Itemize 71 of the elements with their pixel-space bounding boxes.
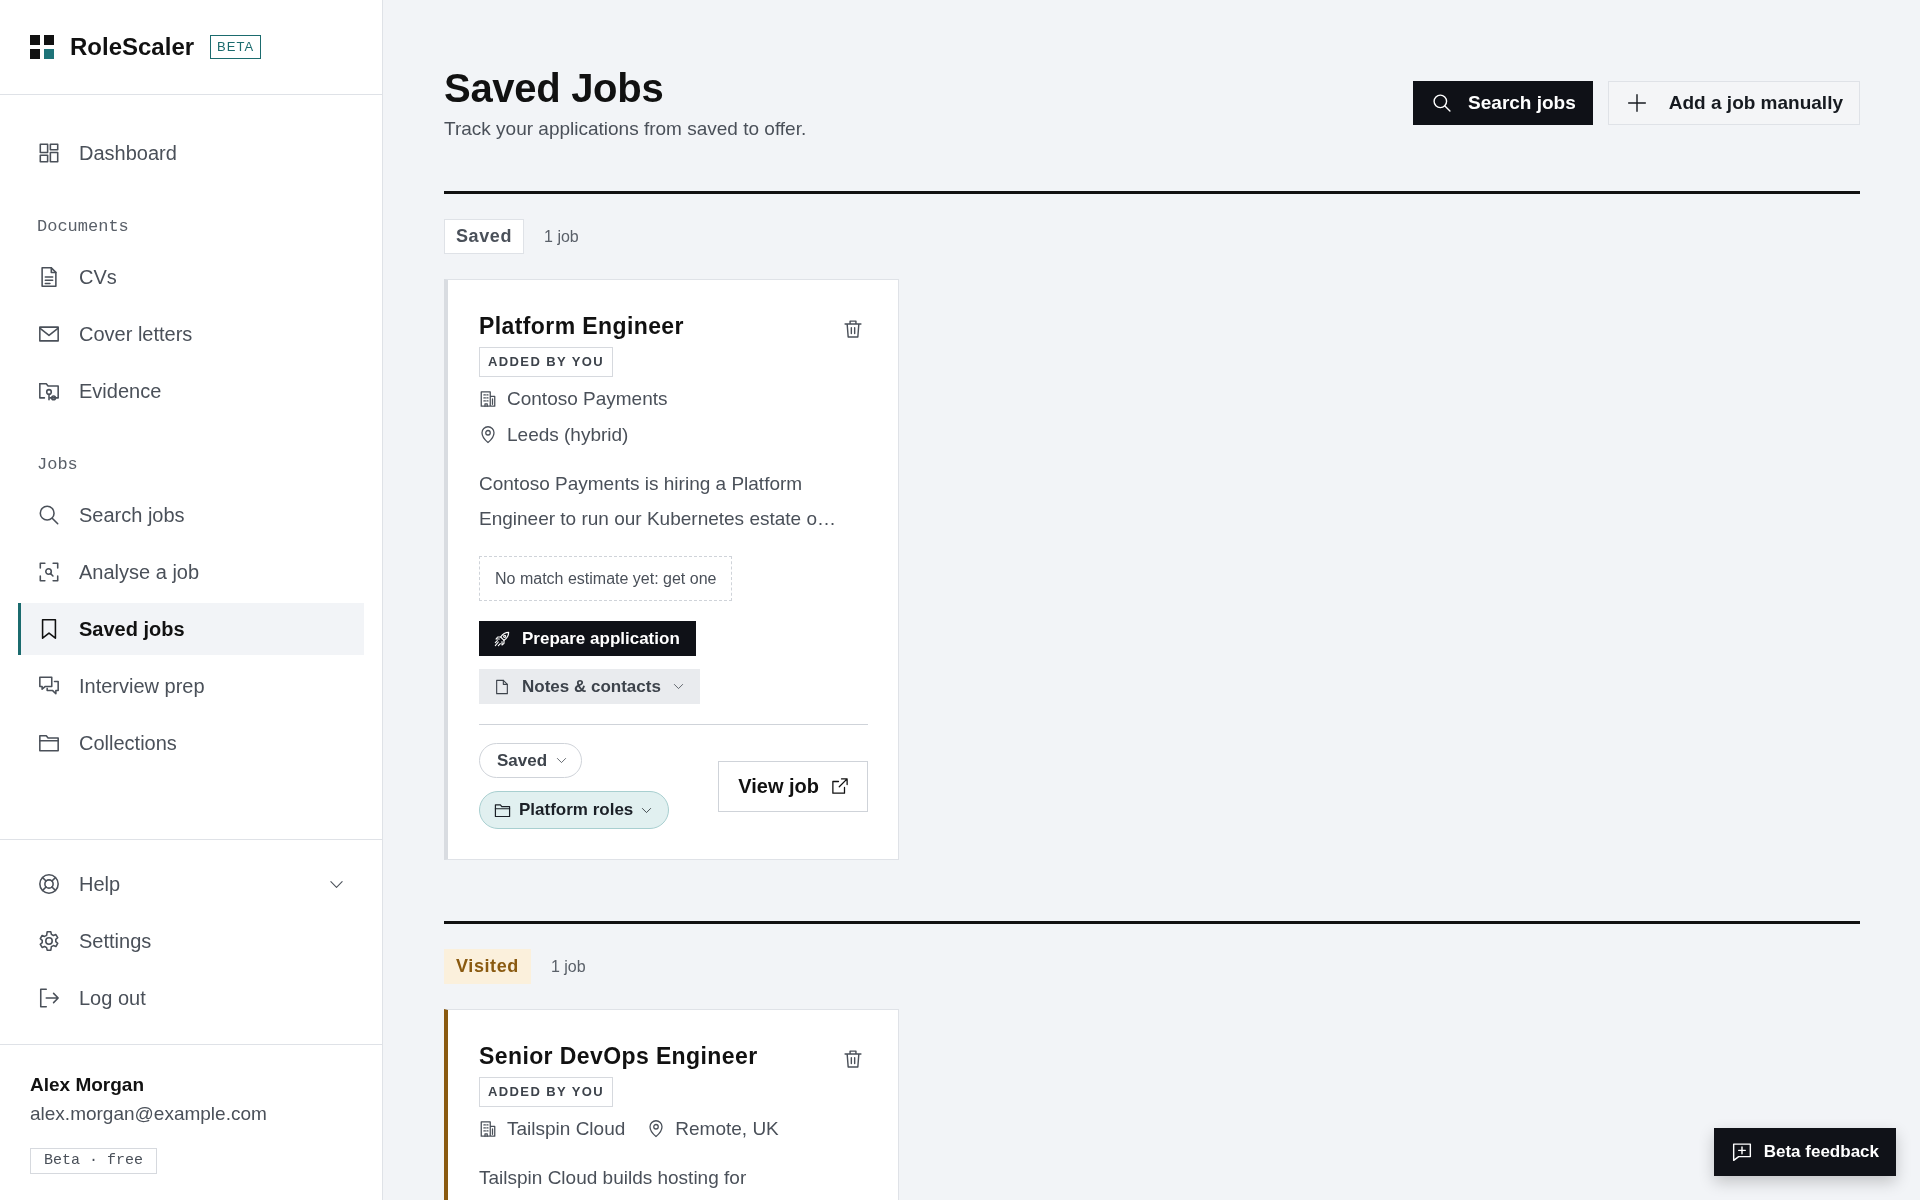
add-job-button[interactable]: Add a job manually — [1607, 80, 1860, 125]
prepare-application-button[interactable]: Prepare application — [479, 621, 696, 656]
job-description: Contoso Payments is hiring a Platform Engineer to run our Kubernetes estate o… — [479, 472, 837, 531]
scan-icon — [38, 561, 60, 583]
sidebar-item[interactable]: Search jobs — [18, 489, 364, 541]
job-count: 1 job — [544, 227, 579, 246]
feedback-button[interactable]: Beta feedback — [1713, 1128, 1896, 1176]
company-name: Contoso Payments — [507, 388, 668, 410]
notes-toggle[interactable]: Notes & contacts — [479, 669, 700, 704]
document-icon — [38, 266, 60, 288]
brand-name: RoleScaler — [70, 33, 195, 61]
sidebar-item[interactable]: Dashboard — [18, 127, 364, 179]
settings-icon — [38, 930, 60, 952]
status-dropdown[interactable]: Saved — [479, 743, 583, 778]
chat-plus-icon — [1731, 1142, 1752, 1162]
external-link-icon — [831, 777, 849, 795]
nav-section-heading: Jobs — [36, 454, 79, 476]
file-icon — [494, 678, 510, 695]
stage-label: Saved — [444, 219, 525, 254]
page-title: Saved Jobs — [444, 65, 665, 112]
sidebar-item[interactable]: Analyse a job — [18, 546, 364, 598]
user-email: alex.morgan@example.com — [30, 1102, 267, 1126]
beta-badge: BETA — [210, 35, 262, 59]
sidebar-item[interactable]: Saved jobs — [18, 603, 364, 655]
plan-badge: Beta · free — [30, 1148, 158, 1174]
job-location: Remote, UK — [675, 1118, 779, 1140]
location-pin-icon — [647, 1120, 666, 1138]
trash-icon — [843, 318, 863, 340]
job-count: 1 job — [550, 957, 586, 976]
nav-section-heading: Documents — [36, 216, 130, 238]
source-badge: ADDED BY YOU — [479, 1077, 613, 1107]
envelope-icon — [38, 323, 60, 345]
stage-label: Visited — [444, 949, 531, 984]
match-estimate-button[interactable]: No match estimate yet: get one — [479, 556, 733, 601]
page-subtitle: Track your applications from saved to offer. — [444, 117, 807, 141]
sidebar-item[interactable]: Evidence — [18, 365, 364, 417]
sidebar-item[interactable]: Settings — [18, 915, 364, 967]
rocket-icon — [494, 630, 510, 647]
folder-person-icon — [38, 380, 60, 402]
trash-icon — [843, 1048, 863, 1070]
plus-icon — [1626, 92, 1647, 113]
lifebuoy-icon — [38, 873, 60, 895]
company-name: Tailspin Cloud — [507, 1118, 626, 1140]
job-description: Tailspin Cloud builds hosting for — [479, 1166, 748, 1190]
source-badge: ADDED BY YOU — [479, 347, 613, 377]
folder-icon — [38, 732, 60, 754]
sidebar-item[interactable]: Interview prep — [18, 660, 364, 712]
sidebar-item[interactable]: Log out — [18, 972, 364, 1024]
search-icon — [1432, 92, 1453, 113]
search-icon — [38, 504, 60, 526]
sidebar-item[interactable]: CVs — [18, 251, 364, 303]
dashboard-grid-icon — [38, 142, 60, 164]
location-pin-icon — [479, 426, 497, 444]
folder-icon — [494, 801, 511, 819]
sidebar-item[interactable]: Cover letters — [18, 308, 364, 360]
building-icon — [479, 1120, 497, 1138]
job-title: Senior DevOps Engineer — [479, 1042, 758, 1070]
collection-dropdown[interactable]: Platform roles — [479, 791, 670, 829]
sidebar-item[interactable]: Collections — [18, 717, 364, 769]
job-location: Leeds (hybrid) — [507, 424, 629, 446]
chevron-down-icon — [556, 755, 568, 766]
logout-icon — [38, 987, 60, 1009]
search-jobs-button[interactable]: Search jobs — [1413, 80, 1593, 125]
job-title: Platform Engineer — [479, 312, 684, 340]
building-icon — [479, 390, 497, 408]
chevron-down-icon — [672, 681, 684, 692]
help-menu-item[interactable]: Help — [18, 858, 364, 910]
user-name: Alex Morgan — [30, 1073, 145, 1097]
chat-bubbles-icon — [38, 675, 60, 697]
logo-icon — [30, 35, 54, 59]
view-job-button[interactable]: View job — [718, 760, 868, 812]
